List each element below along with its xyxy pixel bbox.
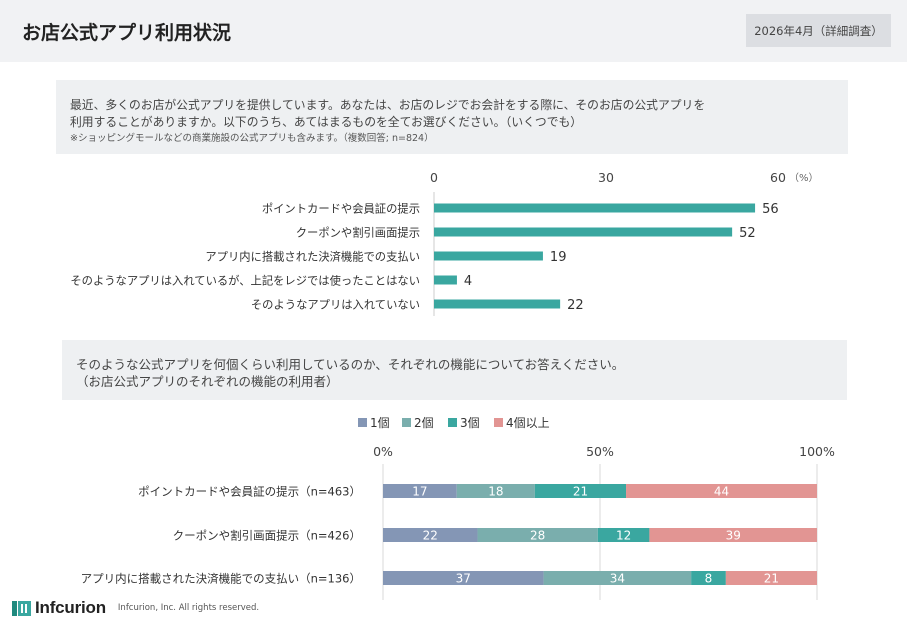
- tick-label: 0%: [373, 444, 393, 459]
- segment-label: 8: [705, 572, 713, 586]
- legend-swatch: [358, 418, 367, 427]
- copyright: Infcurion, Inc. All rights reserved.: [117, 603, 260, 613]
- segment-label: 21: [573, 485, 588, 499]
- segment-label: 17: [412, 485, 427, 499]
- tick-label: 50%: [586, 444, 614, 459]
- segment-label: 44: [714, 485, 729, 499]
- segment-label: 21: [764, 572, 779, 586]
- segment-label: 12: [616, 529, 631, 543]
- legend-swatch: [402, 418, 411, 427]
- category-label: ポイントカードや会員証の提示（n=463）: [138, 485, 361, 499]
- segment-label: 39: [726, 529, 741, 543]
- legend-swatch: [448, 418, 457, 427]
- segment-label: 34: [610, 572, 625, 586]
- app-count-stacked-chart: 1個 2個 3個 4個以上 0% 50% 100% ポイントカードや会員証の提示（n=463）…: [81, 416, 835, 600]
- legend-label: 4個以上: [506, 416, 550, 430]
- legend-label: 3個: [460, 416, 480, 430]
- segment-label: 37: [456, 572, 471, 586]
- legend-label: 1個: [370, 416, 390, 430]
- category-label: クーポンや割引画面提示（n=426）: [173, 529, 361, 543]
- infcurion-logo-icon: [12, 600, 31, 616]
- footer: Infcurion Infcurion, Inc. All rights res…: [12, 598, 259, 618]
- legend-label: 2個: [414, 416, 434, 430]
- segment-label: 28: [530, 529, 545, 543]
- category-label: アプリ内に搭載された決済機能での支払い（n=136）: [81, 572, 361, 586]
- segment-label: 18: [488, 485, 503, 499]
- tick-label: 100%: [799, 444, 835, 459]
- segment-label: 22: [423, 529, 438, 543]
- logo-text: Infcurion: [35, 598, 106, 617]
- legend-swatch: [494, 418, 503, 427]
